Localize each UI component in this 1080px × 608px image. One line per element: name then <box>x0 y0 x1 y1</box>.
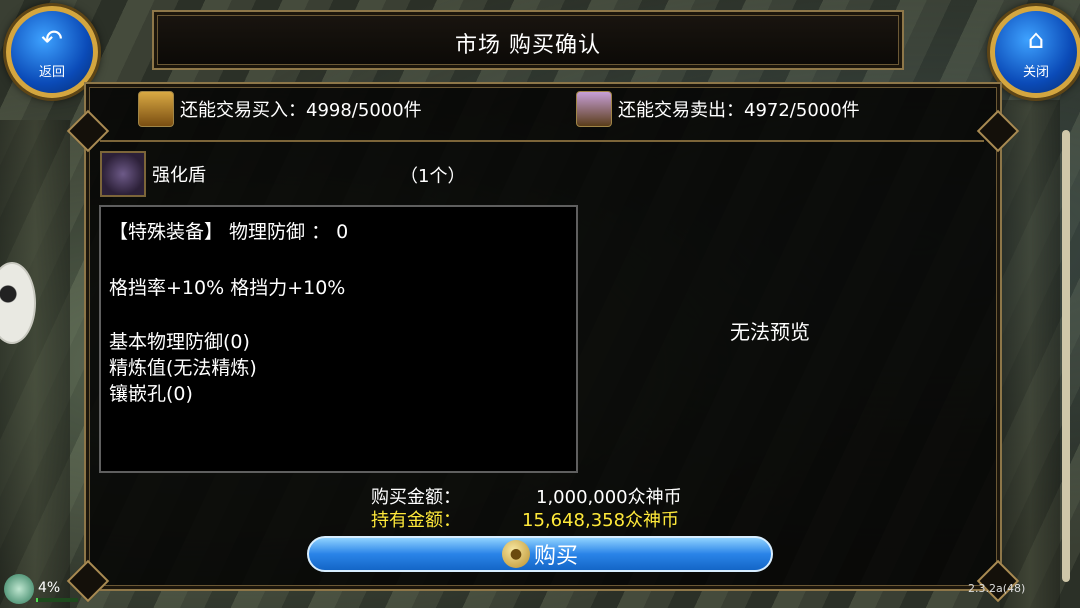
treasure-chest-icon <box>138 91 174 127</box>
description-line: 基本物理防御(0) <box>109 331 250 353</box>
status-progress-bar <box>36 598 78 602</box>
back-button-label: 返回 <box>38 65 65 80</box>
item-header: 强化盾 <box>100 148 206 200</box>
description-line: 格挡率+10% 格挡力+10% <box>109 277 346 299</box>
divider <box>100 140 984 142</box>
merchant-stall-icon <box>576 91 612 127</box>
sell-limit-text: 还能交易卖出：4972/5000件 <box>618 100 860 121</box>
item-description-box: 【特殊装备】 物理防御 ： 0 格挡率+10% 格挡力+10% 基本物理防御(0… <box>99 205 578 473</box>
sell-limit: 还能交易卖出：4972/5000件 <box>576 86 860 132</box>
close-button[interactable]: ⌂ 关闭 <box>990 6 1080 98</box>
buy-limit: 还能交易买入：4998/5000件 <box>138 86 422 132</box>
network-status-icon <box>4 574 34 604</box>
buy-button-label: 购买 <box>533 544 578 569</box>
version-label: 2.3.2a(48) <box>968 582 1026 595</box>
description-line: 精炼值(无法精炼) <box>109 357 257 379</box>
title-bar: 市场 购买确认 <box>152 10 904 70</box>
close-button-label: 关闭 <box>1022 65 1049 80</box>
preview-unavailable-text: 无法预览 <box>730 320 810 344</box>
buy-limit-text: 还能交易买入：4998/5000件 <box>180 100 422 121</box>
shield-item-icon[interactable] <box>100 151 146 197</box>
owned-amount-label: 持有金额： <box>371 510 461 531</box>
status-progress-fill <box>36 598 38 602</box>
item-name: 强化盾 <box>152 165 206 186</box>
owned-amount-value: 15,648,358众神币 <box>522 510 680 531</box>
description-line: 镶嵌孔(0) <box>109 383 193 405</box>
background-pillar-left <box>0 120 70 608</box>
status-percent: 4% <box>38 580 61 596</box>
home-icon: ⌂ <box>1027 25 1045 55</box>
scrollbar[interactable] <box>1062 130 1070 582</box>
description-line: 【特殊装备】 物理防御 ： 0 <box>109 221 349 243</box>
item-quantity: （1个） <box>400 166 466 187</box>
buy-button[interactable]: ● 购买 <box>307 536 773 572</box>
background-pillar-right <box>1000 100 1060 608</box>
back-arrow-icon: ↶ <box>41 25 63 55</box>
page-title: 市场 购买确认 <box>455 33 601 58</box>
coin-icon: ● <box>501 540 530 568</box>
